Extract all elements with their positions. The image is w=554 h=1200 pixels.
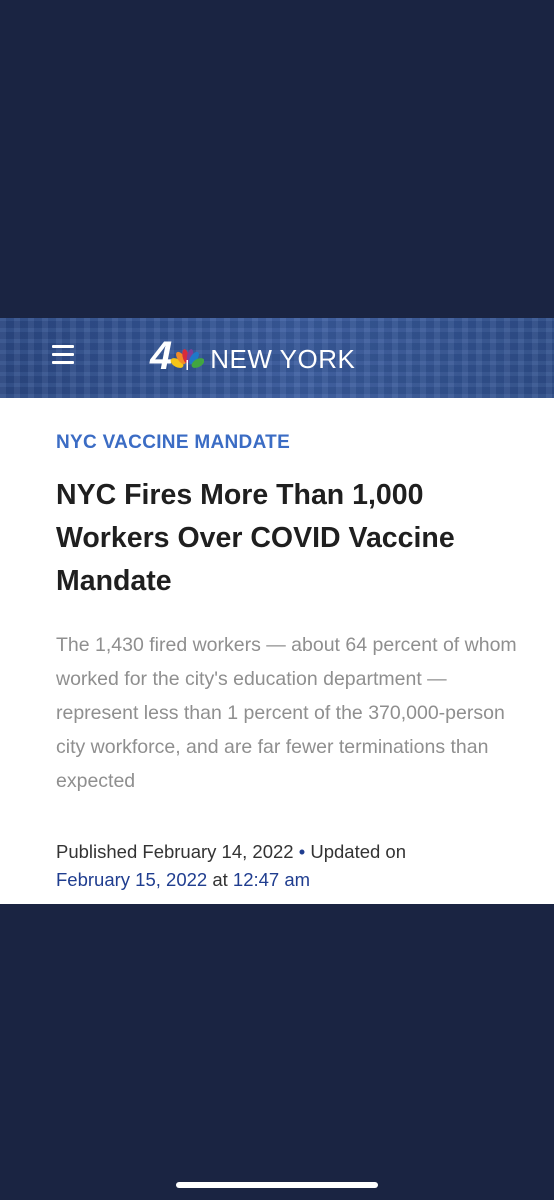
meta-separator: •: [298, 841, 306, 862]
published-date: Published February 14, 2022: [56, 841, 294, 862]
menu-icon-bar: [52, 361, 74, 364]
article-headline: NYC Fires More Than 1,000 Workers Over C…: [56, 479, 455, 597]
updated-label: Updated on: [310, 841, 407, 862]
hamburger-menu-icon: [52, 345, 74, 348]
logo-text: NEW YORK: [210, 343, 356, 374]
updated-date: February 15, 2022: [56, 869, 208, 890]
site-logo[interactable]: 4 NEW YORK: [150, 334, 355, 378]
home-indicator[interactable]: [176, 1182, 378, 1188]
article-card: NYC VACCINE MANDATE NYC Fires More Than …: [0, 398, 554, 904]
peacock-icon: [170, 349, 205, 370]
article-kicker-link[interactable]: NYC VACCINE MANDATE: [56, 432, 290, 454]
menu-icon-bar: [52, 353, 74, 356]
updated-at-label: at: [212, 869, 228, 890]
logo-number: 4: [150, 334, 172, 378]
article-summary: The 1,430 fired workers — about 64 perce…: [56, 634, 517, 792]
site-header: 4 NEW YORK: [0, 318, 554, 398]
article-timestamps: Published February 14, 2022 • Updated on…: [56, 838, 516, 894]
menu-button[interactable]: [50, 341, 76, 369]
updated-time: 12:47 am: [232, 869, 311, 890]
